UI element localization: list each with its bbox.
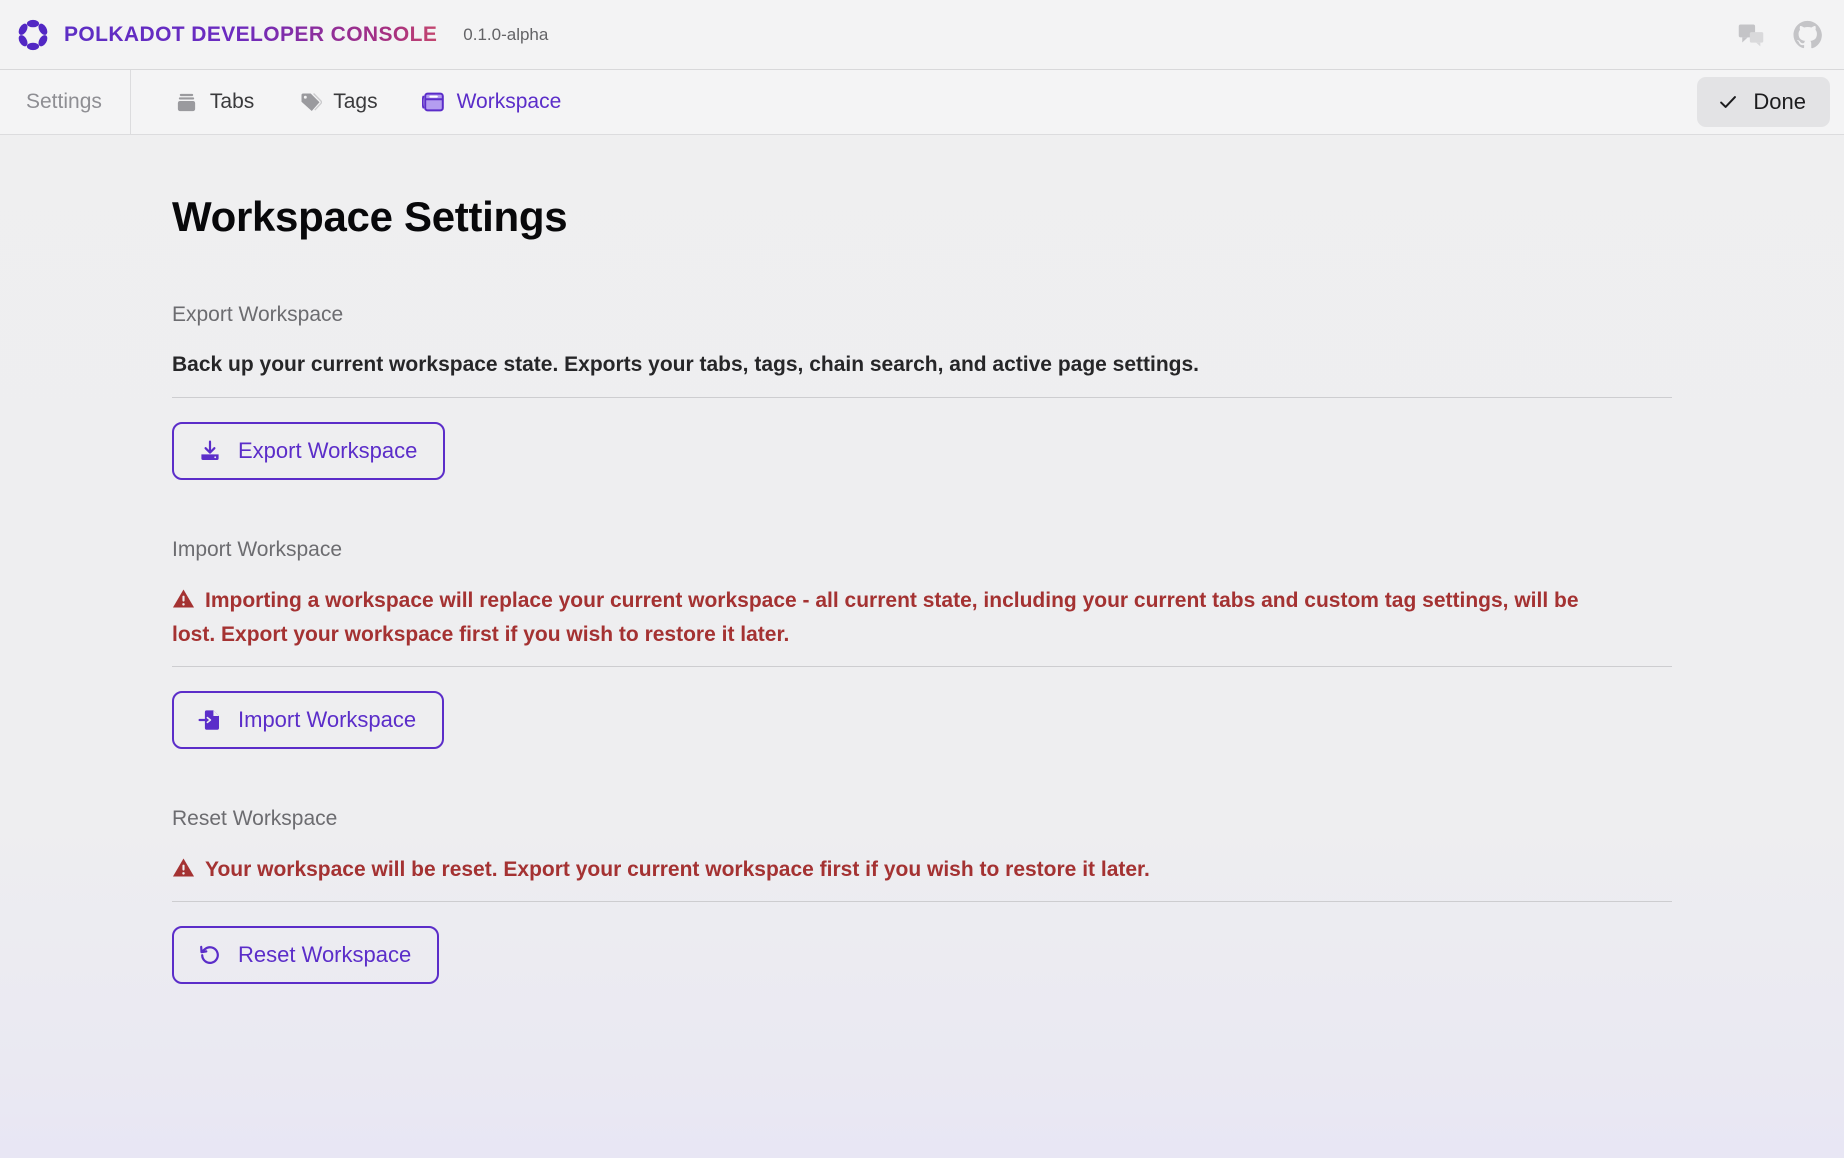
export-workspace-button[interactable]: Export Workspace	[172, 421, 446, 480]
rotate-ccw-icon	[198, 943, 222, 967]
tab-tabs[interactable]: Tabs	[153, 70, 276, 134]
section-export-description: Back up your current workspace state. Ex…	[172, 353, 1200, 376]
github-icon[interactable]	[1792, 20, 1822, 50]
section-export-label: Export Workspace	[172, 303, 344, 326]
settings-toolbar: Settings Tabs Tags Workspace Done	[0, 70, 1844, 135]
section-export-workspace: Export Workspace Back up your current wo…	[172, 303, 1844, 524]
done-button-label: Done	[1753, 89, 1806, 114]
reset-workspace-button[interactable]: Reset Workspace	[172, 925, 440, 984]
section-import-label: Import Workspace	[172, 537, 342, 561]
brand: POLKADOT DEVELOPER CONSOLE 0.1.0-alpha	[16, 18, 548, 52]
polkadot-logo-icon	[16, 18, 50, 52]
section-reset-divider	[172, 900, 1672, 902]
app-version: 0.1.0-alpha	[463, 24, 549, 44]
section-reset-warning-text: Your workspace will be reset. Export you…	[205, 857, 1150, 881]
section-reset-workspace: Reset Workspace Your workspace will be r…	[172, 807, 1844, 1028]
tab-tags[interactable]: Tags	[276, 70, 399, 134]
section-import-warning-text: Importing a workspace will replace your …	[172, 588, 1579, 646]
main-content: Workspace Settings Export Workspace Back…	[0, 135, 1844, 1028]
toolbar-settings-label: Settings	[0, 70, 131, 134]
file-import-icon	[198, 708, 222, 732]
reset-workspace-button-label: Reset Workspace	[238, 941, 412, 967]
section-export-divider	[172, 396, 1672, 398]
workspace-window-icon	[421, 90, 446, 114]
app-title: POLKADOT DEVELOPER CONSOLE	[64, 22, 438, 46]
page-title: Workspace Settings	[172, 193, 568, 240]
header-actions	[1736, 20, 1822, 50]
section-reset-label: Reset Workspace	[172, 806, 338, 830]
chat-bubbles-icon[interactable]	[1736, 20, 1766, 50]
check-icon	[1717, 91, 1739, 113]
section-import-divider	[172, 665, 1672, 667]
toolbar-tab-list: Tabs Tags Workspace	[131, 70, 583, 134]
tab-workspace-label: Workspace	[456, 90, 562, 113]
tag-icon	[298, 90, 322, 114]
app-header: POLKADOT DEVELOPER CONSOLE 0.1.0-alpha	[0, 0, 1844, 70]
section-reset-warning: Your workspace will be reset. Export you…	[172, 853, 1622, 887]
tab-tags-label: Tags	[333, 90, 378, 113]
section-import-warning: Importing a workspace will replace your …	[172, 584, 1622, 652]
tab-workspace[interactable]: Workspace	[400, 70, 584, 134]
warning-triangle-icon	[172, 587, 195, 610]
export-workspace-button-label: Export Workspace	[238, 437, 418, 463]
import-workspace-button-label: Import Workspace	[238, 706, 417, 732]
section-import-workspace: Import Workspace Importing a workspace w…	[172, 538, 1844, 793]
done-button[interactable]: Done	[1697, 77, 1830, 127]
tab-tabs-label: Tabs	[209, 90, 255, 113]
import-workspace-button[interactable]: Import Workspace	[172, 690, 445, 749]
tabs-icon	[175, 90, 199, 114]
download-icon	[198, 439, 222, 463]
warning-triangle-icon	[172, 856, 195, 879]
